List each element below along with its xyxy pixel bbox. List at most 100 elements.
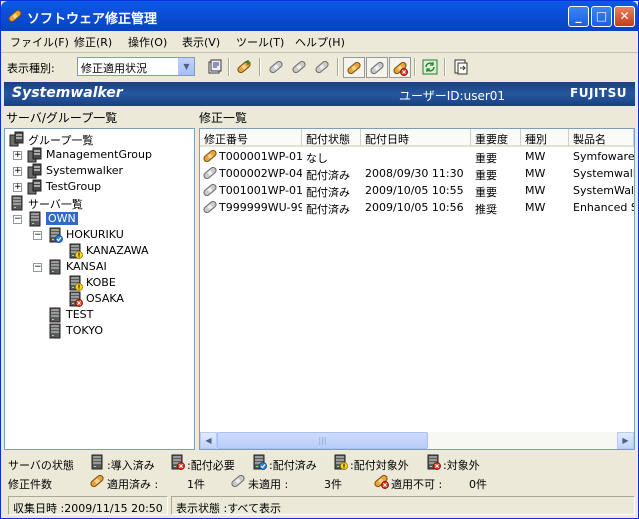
toolbar-separator (337, 58, 339, 76)
unapplied-fix-icon (202, 165, 218, 181)
refresh-icon (422, 59, 438, 75)
server-group-tree[interactable]: グループ一覧 + ManagementGroup + Systemwalker … (4, 128, 195, 450)
minimize-button[interactable]: _ (568, 6, 589, 27)
fix-list[interactable]: 修正番号 配付状態 配付日時 重要度 種別 製品名 T000001WP-01 な… (199, 128, 635, 450)
server-state-legend: サーバの状態 :導入済み :配付必要 :配付済み :配付対象外 :対象外 (1, 454, 638, 472)
close-button[interactable]: ✕ (614, 6, 635, 27)
distribute-fix-icon (314, 59, 330, 75)
server-error-icon (67, 291, 83, 307)
collapse-icon[interactable]: − (13, 215, 22, 224)
cannot-apply-icon (392, 60, 408, 76)
view-type-label: 表示種別: (7, 62, 55, 75)
server-list-icon (9, 195, 25, 211)
column-header-fix-number[interactable]: 修正番号 (200, 129, 302, 147)
export-button[interactable] (450, 57, 472, 78)
delete-fix-button[interactable] (265, 57, 287, 78)
add-fix-icon (236, 59, 252, 75)
server-icon (47, 323, 63, 339)
collapse-icon[interactable]: − (33, 263, 42, 272)
table-row[interactable]: T999999WU-99 配付済み 2009/10/05 10:56 推奨 MW… (200, 199, 634, 216)
window-title: ソフトウェア修正管理 (27, 12, 158, 27)
menu-fix[interactable]: 修正(R) (74, 34, 112, 50)
view-type-select[interactable]: 修正適用状況 ▼ (77, 57, 195, 76)
user-id: ユーザーID:user01 (399, 89, 506, 103)
column-header-type[interactable]: 種別 (521, 129, 569, 147)
export-icon (454, 59, 468, 75)
register-fix-button[interactable] (233, 57, 255, 78)
server-icon (27, 211, 43, 227)
server-warning-icon (67, 275, 83, 291)
status-bar: 収集日時 :2009/11/15 20:50 表示状態 :すべて表示 (1, 495, 638, 517)
minimize-icon: _ (575, 9, 582, 23)
filter-applied-button[interactable] (343, 57, 365, 78)
server-warning-icon (67, 243, 83, 259)
apply-fix-icon (291, 59, 307, 75)
installed-server-icon (89, 454, 105, 470)
view-type-value: 修正適用状況 (81, 62, 147, 75)
expand-icon[interactable]: + (13, 151, 22, 160)
title-bar[interactable]: ソフトウェア修正管理 _ □ ✕ (1, 1, 638, 31)
scroll-left-icon[interactable]: ◀ (200, 432, 217, 449)
distributed-server-icon (251, 454, 267, 470)
applied-fix-icon (202, 148, 218, 164)
group-list-icon (9, 131, 25, 147)
legend-title: サーバの状態 (8, 459, 74, 472)
collected-time: 収集日時 :2009/11/15 20:50 (8, 496, 168, 515)
menu-operation[interactable]: 操作(O) (128, 34, 167, 50)
expand-icon[interactable]: + (13, 167, 22, 176)
horizontal-scrollbar[interactable]: ◀ ||| ▶ (200, 432, 634, 449)
maximize-icon: □ (595, 9, 608, 23)
app-icon (7, 8, 23, 24)
vendor-logo: FUJITSU (570, 86, 627, 100)
scroll-thumb[interactable]: ||| (217, 432, 428, 449)
count-title: 修正件数 (8, 478, 52, 491)
product-logo: Systemwalker (12, 85, 123, 101)
applied-fix-icon (346, 60, 362, 76)
unapplied-fix-icon (369, 60, 385, 76)
display-state: 表示状態 :すべて表示 (171, 496, 635, 515)
maximize-button[interactable]: □ (591, 6, 612, 27)
menu-view[interactable]: 表示(V) (182, 34, 220, 50)
scroll-right-icon[interactable]: ▶ (617, 432, 634, 449)
column-header-importance[interactable]: 重要度 (471, 129, 521, 147)
server-icon (47, 259, 63, 275)
group-icon (27, 179, 43, 195)
filter-unapplied-button[interactable] (366, 57, 388, 78)
table-row[interactable]: T000001WP-01 なし 重要 MW Symfoware (200, 148, 634, 165)
collapse-icon[interactable]: − (33, 231, 42, 240)
toolbar-separator (414, 58, 416, 76)
selected-server-label: OWN (46, 212, 78, 225)
product-banner: Systemwalker ユーザーID:user01 FUJITSU (4, 82, 635, 106)
unapplied-fix-icon (230, 473, 246, 489)
filter-cannot-apply-button[interactable] (389, 57, 411, 78)
table-row[interactable]: T000002WP-04 配付済み 2008/09/30 11:30 重要 MW… (200, 165, 634, 182)
table-row[interactable]: T001001WP-01 配付済み 2009/10/05 10:55 重要 MW… (200, 182, 634, 199)
cannot-apply-icon (373, 473, 389, 489)
menu-tools[interactable]: ツール(T) (236, 34, 284, 50)
cannot-apply-count: 0件 (469, 478, 487, 491)
toolbar-separator (444, 58, 446, 76)
distribute-fix-button[interactable] (311, 57, 333, 78)
group-icon (27, 163, 43, 179)
close-icon: ✕ (619, 9, 630, 23)
right-pane-title: 修正一覧 (199, 111, 248, 125)
menu-bar: ファイル(F) 修正(R) 操作(O) 表示(V) ツール(T) ヘルプ(H) (1, 31, 638, 53)
excluded-server-icon (332, 454, 348, 470)
menu-file[interactable]: ファイル(F) (10, 34, 69, 50)
unapplied-fix-icon (202, 182, 218, 198)
column-header-distribution-state[interactable]: 配付状態 (302, 129, 361, 147)
applied-count: 1件 (187, 478, 205, 491)
toolbar: 表示種別: 修正適用状況 ▼ (1, 54, 638, 80)
column-header-product-name[interactable]: 製品名 (569, 129, 634, 147)
needed-server-icon (169, 454, 185, 470)
application-window: ソフトウェア修正管理 _ □ ✕ ファイル(F) 修正(R) 操作(O) 表示(… (0, 0, 639, 519)
properties-button[interactable] (204, 57, 226, 78)
expand-icon[interactable]: + (13, 183, 22, 192)
left-pane-title: サーバ/グループ一覧 (6, 111, 118, 125)
chevron-down-icon[interactable]: ▼ (178, 58, 194, 75)
apply-fix-button[interactable] (288, 57, 310, 78)
properties-icon (208, 59, 222, 74)
refresh-button[interactable] (419, 57, 441, 78)
column-header-distribution-date[interactable]: 配付日時 (361, 129, 471, 147)
menu-help[interactable]: ヘルプ(H) (295, 34, 345, 50)
